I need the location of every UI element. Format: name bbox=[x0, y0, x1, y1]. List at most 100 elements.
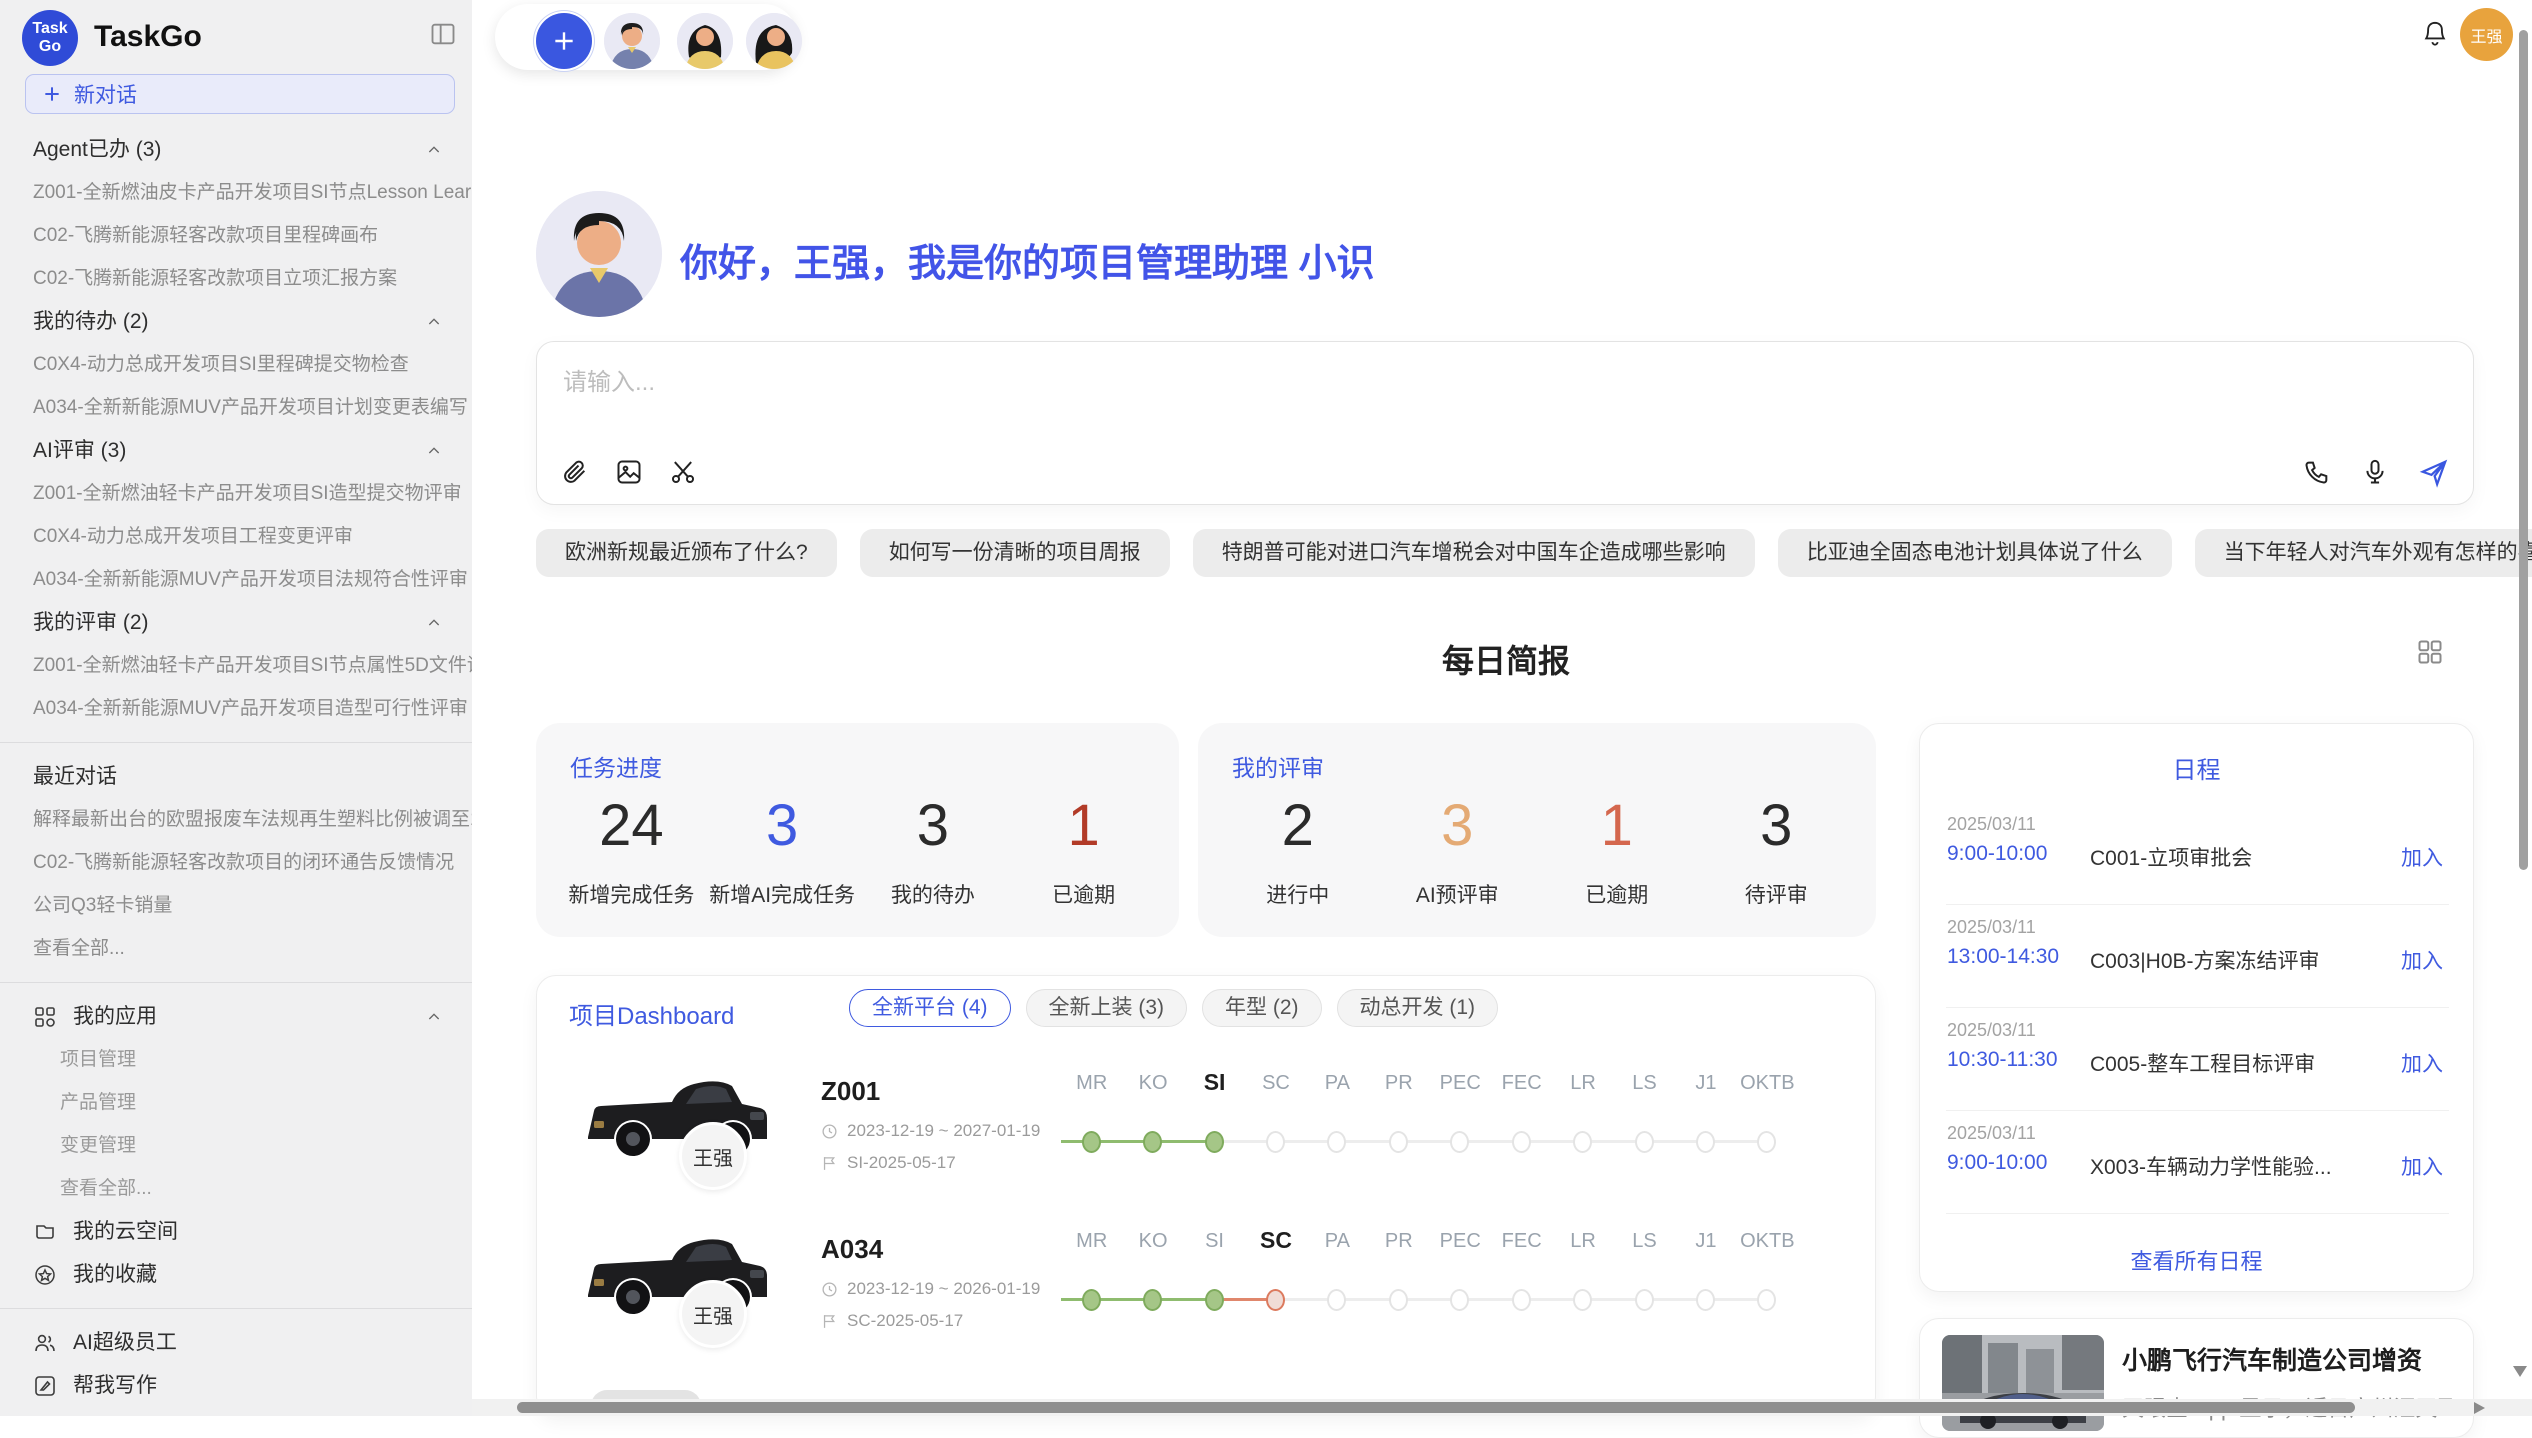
user-avatar[interactable]: 王强 bbox=[2460, 8, 2513, 61]
agent-avatar-3[interactable] bbox=[746, 13, 802, 69]
schedule-card: 日程 2025/03/119:00-10:00C001-立项审批会加入2025/… bbox=[1919, 723, 2474, 1292]
recent-chat-item[interactable]: 解释最新出台的欧盟报废车法规再生塑料比例被调至15%... bbox=[0, 798, 472, 841]
image-icon[interactable] bbox=[615, 458, 643, 486]
schedule-item: 2025/03/119:00-10:00X003-车辆动力学性能验...加入 bbox=[1920, 1111, 2474, 1214]
suggestion-chip[interactable]: 比亚迪全固态电池计划具体说了什么 bbox=[1778, 529, 2172, 577]
milestone-node bbox=[1696, 1131, 1715, 1153]
sidebar-task-item[interactable]: C02-飞腾新能源轻客改款项目里程碑画布 bbox=[0, 214, 472, 257]
suggestion-chip[interactable]: 如何写一份清晰的项目周报 bbox=[860, 529, 1170, 577]
project-row[interactable]: 王强Z0012023-12-19 ~ 2027-01-19SI-2025-05-… bbox=[537, 1054, 1876, 1212]
sidebar-item-help-write[interactable]: 帮我写作 bbox=[0, 1364, 472, 1407]
schedule-event-title: C001-立项审批会 bbox=[2090, 842, 2252, 872]
app-shortcut-item[interactable]: 项目管理 bbox=[0, 1038, 472, 1081]
send-icon[interactable] bbox=[2419, 458, 2447, 486]
dashboard-filter-chip[interactable]: 年型 (2) bbox=[1202, 989, 1322, 1027]
recent-chat-item[interactable]: 查看全部... bbox=[0, 927, 472, 970]
app-shortcut-item[interactable]: 查看全部... bbox=[0, 1167, 472, 1210]
dashboard-filter-chip[interactable]: 动总开发 (1) bbox=[1337, 989, 1499, 1027]
stat-item: 3待评审 bbox=[1697, 787, 1857, 937]
suggestion-chip[interactable]: 欧洲新规最近颁布了什么? bbox=[536, 529, 837, 577]
owner-badge: 王强 bbox=[679, 1280, 747, 1348]
scroll-down-arrow[interactable] bbox=[2513, 1366, 2527, 1377]
stat-item: 2进行中 bbox=[1218, 787, 1378, 937]
sidebar-task-item[interactable]: C02-飞腾新能源轻客改款项目立项汇报方案 bbox=[0, 257, 472, 300]
sidebar-section-header[interactable]: Agent已办 (3) bbox=[0, 128, 472, 171]
flag-icon bbox=[821, 1155, 838, 1172]
voice-call-icon[interactable] bbox=[2303, 458, 2331, 486]
sidebar-task-item[interactable]: Z001-全新燃油轻卡产品开发项目SI节点属性5D文件评审 bbox=[0, 644, 472, 687]
sidebar-section-header[interactable]: AI评审 (3) bbox=[0, 429, 472, 472]
recent-chat-item[interactable]: C02-飞腾新能源轻客改款项目的闭环通告反馈情况 bbox=[0, 841, 472, 884]
clock-icon bbox=[821, 1123, 838, 1140]
my-apps-label: 我的应用 bbox=[73, 995, 157, 1038]
milestone: SI bbox=[1184, 1054, 1245, 1212]
sidebar-task-item[interactable]: Z001-全新燃油轻卡产品开发项目SI造型提交物评审 bbox=[0, 472, 472, 515]
milestone-label: J1 bbox=[1675, 1230, 1736, 1253]
add-agent-button[interactable] bbox=[536, 13, 592, 69]
dashboard-filter-chip[interactable]: 全新上装 (3) bbox=[1026, 989, 1188, 1027]
join-meeting-link[interactable]: 加入 bbox=[2401, 842, 2443, 872]
sidebar-task-item[interactable]: Z001-全新燃油皮卡产品开发项目SI节点Lesson Learn报告 bbox=[0, 171, 472, 214]
sidebar-task-item[interactable]: C0X4-动力总成开发项目SI里程碑提交物检查 bbox=[0, 343, 472, 386]
agent-avatar-2[interactable] bbox=[677, 13, 733, 69]
apps-grid-icon bbox=[33, 1005, 57, 1029]
new-chat-button[interactable]: 新对话 bbox=[25, 74, 455, 114]
dashboard-filter-chip[interactable]: 全新平台 (4) bbox=[849, 989, 1011, 1027]
sidebar-section-header[interactable]: 我的待办 (2) bbox=[0, 300, 472, 343]
scroll-right-arrow[interactable] bbox=[2474, 1402, 2485, 1414]
sidebar-item-my-apps[interactable]: 我的应用 bbox=[0, 995, 472, 1038]
milestone-label: SC bbox=[1245, 1227, 1306, 1254]
milestone-node bbox=[1635, 1131, 1654, 1153]
join-meeting-link[interactable]: 加入 bbox=[2401, 945, 2443, 975]
milestone: PR bbox=[1368, 1212, 1429, 1370]
chat-input[interactable]: 请输入... bbox=[563, 362, 655, 397]
milestone-label: KO bbox=[1122, 1072, 1183, 1095]
milestone: J1 bbox=[1675, 1212, 1736, 1370]
suggestion-chip[interactable]: 特朗普可能对进口汽车增税会对中国车企造成哪些影响 bbox=[1193, 529, 1755, 577]
sidebar-task-item[interactable]: A034-全新新能源MUV产品开发项目法规符合性评审 bbox=[0, 558, 472, 601]
sidebar-item-creative-draw[interactable]: 创意制图 bbox=[0, 1407, 472, 1416]
view-all-schedule-link[interactable]: 查看所有日程 bbox=[1920, 1244, 2473, 1276]
chevron-up-icon bbox=[426, 443, 442, 459]
plus-icon bbox=[42, 84, 62, 104]
schedule-time: 13:00-14:30 bbox=[1947, 945, 2059, 969]
app-shortcut-item[interactable]: 变更管理 bbox=[0, 1124, 472, 1167]
join-meeting-link[interactable]: 加入 bbox=[2401, 1048, 2443, 1078]
assistant-avatar bbox=[536, 191, 662, 317]
cloud-icon bbox=[33, 1220, 57, 1244]
milestone-label: FEC bbox=[1491, 1230, 1552, 1253]
horizontal-scrollbar-thumb[interactable] bbox=[517, 1402, 2355, 1413]
sidebar-item-favorites[interactable]: 我的收藏 bbox=[0, 1253, 472, 1296]
news-card[interactable]: 小鹏飞行汽车制造公司增资 天眼查 App 显示，近日广州汇天飞行汽... bbox=[1919, 1318, 2474, 1438]
milestone: J1 bbox=[1675, 1054, 1736, 1212]
sidebar-collapse-icon[interactable] bbox=[428, 20, 458, 48]
milestone: KO bbox=[1122, 1054, 1183, 1212]
sidebar-section-header[interactable]: 我的评审 (2) bbox=[0, 601, 472, 644]
microphone-icon[interactable] bbox=[2361, 458, 2389, 486]
milestone-label: SC bbox=[1245, 1072, 1306, 1095]
recent-chat-item[interactable]: 公司Q3轻卡销量 bbox=[0, 884, 472, 927]
date-range-text: 2023-12-19 ~ 2027-01-19 bbox=[847, 1121, 1040, 1141]
attachment-icon[interactable] bbox=[561, 458, 589, 486]
app-shortcut-item[interactable]: 产品管理 bbox=[0, 1081, 472, 1124]
notifications-bell-icon[interactable] bbox=[2420, 18, 2450, 50]
milestone: PEC bbox=[1430, 1054, 1491, 1212]
agent-switcher-pill bbox=[495, 4, 797, 70]
agent-avatar-1[interactable] bbox=[604, 13, 660, 69]
sidebar-item-ai-super-staff[interactable]: AI超级员工 bbox=[0, 1321, 472, 1364]
vertical-scrollbar-thumb[interactable] bbox=[2519, 30, 2528, 870]
suggestion-chip[interactable]: 当下年轻人对汽车外观有怎样的喜好趋势 bbox=[2195, 529, 2532, 577]
new-chat-label: 新对话 bbox=[74, 79, 137, 109]
sidebar-item-cloud-space[interactable]: 我的云空间 bbox=[0, 1210, 472, 1253]
screenshot-scissors-icon[interactable] bbox=[669, 458, 697, 486]
layout-grid-icon[interactable] bbox=[2416, 638, 2444, 666]
sidebar-task-item[interactable]: A034-全新新能源MUV产品开发项目计划变更表编写 bbox=[0, 386, 472, 429]
milestone-label: PEC bbox=[1430, 1072, 1491, 1095]
project-row[interactable]: 王强A0342023-12-19 ~ 2026-01-19SC-2025-05-… bbox=[537, 1212, 1876, 1370]
sidebar-task-item[interactable]: A034-全新新能源MUV产品开发项目造型可行性评审 bbox=[0, 687, 472, 730]
stat-label: 已逾期 bbox=[1537, 879, 1697, 909]
join-meeting-link[interactable]: 加入 bbox=[2401, 1151, 2443, 1181]
milestone-label: OKTB bbox=[1737, 1072, 1798, 1095]
sidebar-task-item[interactable]: C0X4-动力总成开发项目工程变更评审 bbox=[0, 515, 472, 558]
stat-value: 2 bbox=[1218, 787, 1378, 865]
